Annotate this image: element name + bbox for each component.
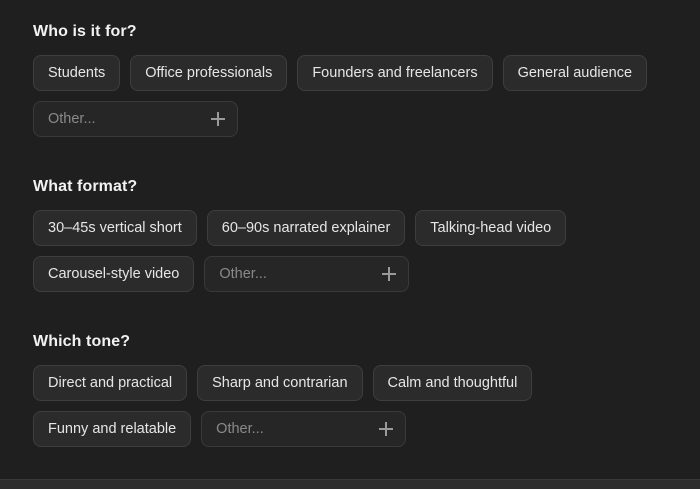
plus-icon[interactable] [382, 267, 397, 281]
format-other-field[interactable] [204, 256, 410, 292]
format-heading: What format? [33, 178, 138, 195]
format-options: 30–45s vertical short 60–90s narrated ex… [33, 210, 673, 292]
audience-other-input[interactable] [48, 111, 198, 127]
audience-options: Students Office professionals Founders a… [33, 55, 673, 137]
format-option-carousel-video[interactable]: Carousel-style video [33, 256, 195, 292]
audience-option-general-audience[interactable]: General audience [502, 55, 648, 91]
audience-section: Who is it for? Students Office professio… [33, 22, 673, 137]
tone-other-field[interactable] [201, 411, 407, 447]
format-option-talking-head[interactable]: Talking-head video [415, 210, 567, 246]
format-other-input[interactable] [219, 266, 370, 282]
bottom-bar [0, 479, 700, 489]
audience-option-office-professionals[interactable]: Office professionals [130, 55, 288, 91]
audience-option-students[interactable]: Students [33, 55, 121, 91]
audience-heading: Who is it for? [33, 23, 137, 40]
tone-option-sharp-contrarian[interactable]: Sharp and contrarian [197, 365, 363, 401]
tone-option-direct-practical[interactable]: Direct and practical [33, 365, 188, 401]
plus-icon[interactable] [211, 112, 225, 126]
tone-heading: Which tone? [33, 333, 131, 350]
audience-option-founders-freelancers[interactable]: Founders and freelancers [297, 55, 493, 91]
tone-option-funny-relatable[interactable]: Funny and relatable [33, 411, 192, 447]
format-option-narrated-explainer[interactable]: 60–90s narrated explainer [206, 210, 406, 246]
format-option-vertical-short[interactable]: 30–45s vertical short [33, 210, 197, 246]
tone-options: Direct and practical Sharp and contraria… [33, 365, 673, 447]
plus-icon[interactable] [379, 422, 394, 436]
tone-section: Which tone? Direct and practical Sharp a… [33, 332, 673, 447]
tone-option-calm-thoughtful[interactable]: Calm and thoughtful [372, 365, 533, 401]
audience-other-field[interactable] [33, 101, 238, 137]
tone-other-input[interactable] [216, 421, 367, 437]
format-section: What format? 30–45s vertical short 60–90… [33, 177, 673, 292]
